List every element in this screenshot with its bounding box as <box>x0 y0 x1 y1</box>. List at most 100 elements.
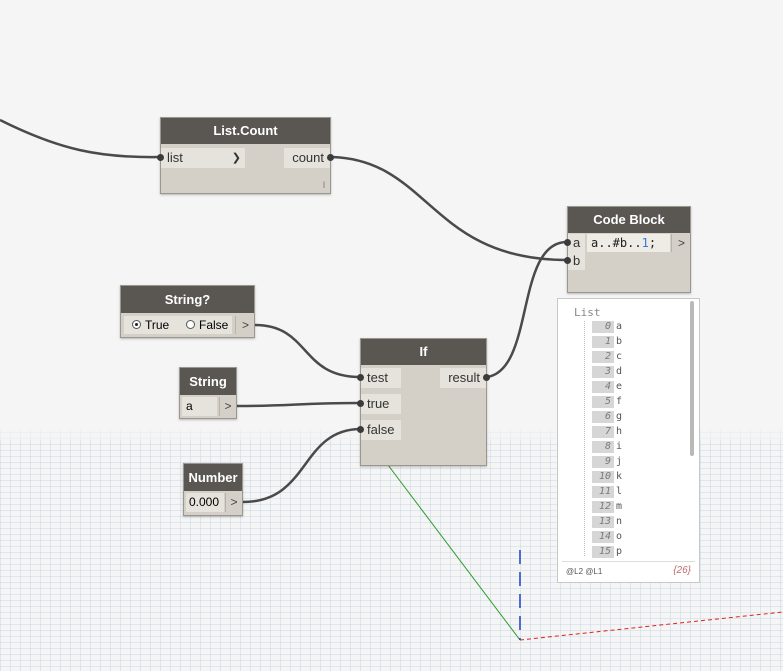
code-editor[interactable]: a..#b..1; <box>587 234 670 252</box>
list-item-value: o <box>616 531 623 542</box>
list-item: 14 o <box>558 531 688 546</box>
if-node[interactable]: If test true false result <box>357 338 490 466</box>
list-item-index: 5 <box>592 396 614 408</box>
port-label: b <box>573 253 581 268</box>
list-item-value: d <box>616 366 623 377</box>
list-item-value: k <box>616 471 623 482</box>
list-item: 11 l <box>558 486 688 501</box>
list-item-index: 6 <box>592 411 614 423</box>
list-item: 7h <box>558 426 688 441</box>
list-item: 9j <box>558 456 688 471</box>
output-port-count[interactable]: count <box>284 148 330 168</box>
list-item: 12 m <box>558 501 688 516</box>
boolean-toggle[interactable]: True False <box>124 316 232 334</box>
list-item-value: h <box>616 426 623 437</box>
port-label: count <box>292 150 324 165</box>
string-input[interactable]: a <box>182 397 217 416</box>
radio-true-label: True <box>145 318 170 332</box>
list-item-value: m <box>616 501 623 512</box>
radio-true-icon[interactable] <box>132 320 141 329</box>
port-label: true <box>367 396 390 411</box>
boolean-node[interactable]: String? True False > <box>120 285 255 338</box>
list-item-value: p <box>616 546 623 557</box>
input-connector-a[interactable] <box>564 239 571 246</box>
list-item-index: 15 <box>592 546 614 558</box>
code-semicolon: ; <box>648 236 657 250</box>
list-levels: @L2 @L1 <box>566 567 603 576</box>
input-connector[interactable] <box>157 154 164 161</box>
list-item-value: n <box>616 516 623 527</box>
list-item: 15 p <box>558 546 688 561</box>
input-connector-false[interactable] <box>357 426 364 433</box>
list-item: 1b <box>558 336 688 351</box>
list-item-index: 14 <box>592 531 614 543</box>
port-label: list <box>167 150 183 165</box>
list-item: 4e <box>558 381 688 396</box>
list-item: 0a <box>558 321 688 336</box>
number-node[interactable]: Number 0.000 > <box>183 463 243 516</box>
node-title: If <box>361 339 486 365</box>
list-count-node[interactable]: List.Count list ❯ count l <box>157 117 334 194</box>
list-item-value: i <box>616 441 623 452</box>
list-item-index: 3 <box>592 366 614 378</box>
number-input[interactable]: 0.000 <box>186 493 224 512</box>
output-port[interactable]: > <box>225 493 242 512</box>
list-item-index: 2 <box>592 351 614 363</box>
input-connector-true[interactable] <box>357 400 364 407</box>
input-port-true[interactable]: true <box>361 394 401 414</box>
output-port[interactable]: > <box>235 316 255 334</box>
output-connector[interactable] <box>483 374 490 381</box>
wire-count-to-b <box>331 155 568 262</box>
list-item-index: 1 <box>592 336 614 348</box>
list-item: 13 n <box>558 516 688 531</box>
input-connector-test[interactable] <box>357 374 364 381</box>
list-item-value: l <box>616 486 623 497</box>
list-item-value: g <box>616 411 623 422</box>
list-item-value: a <box>616 321 623 332</box>
list-item-index: 13 <box>592 516 614 528</box>
string-node[interactable]: String a > <box>179 367 237 419</box>
radio-false-icon[interactable] <box>186 320 195 329</box>
list-item-index: 4 <box>592 381 614 393</box>
list-item-index: 8 <box>592 441 614 453</box>
preview-bubble[interactable]: List 0 a 1 b 2 c 3 d 4 e 5 f 6 g 7 h 8 i 9 j 10 k 11 l 12 m 13 n 14 o… <box>557 298 700 583</box>
output-connector[interactable] <box>327 154 334 161</box>
node-title: List.Count <box>161 118 330 144</box>
wire-bool-to-test <box>254 323 361 379</box>
radio-false-label: False <box>199 318 229 332</box>
code-block-node[interactable]: Code Block a b a..#b..1; > <box>564 206 691 293</box>
list-count: {26} <box>673 565 691 576</box>
list-item: 2c <box>558 351 688 366</box>
list-item-value: b <box>616 336 623 347</box>
lacing-indicator[interactable]: l <box>323 180 325 190</box>
list-item: 3d <box>558 366 688 381</box>
port-label: test <box>367 370 388 385</box>
list-item-index: 0 <box>592 321 614 333</box>
node-title: String <box>180 368 236 395</box>
output-port[interactable]: > <box>671 234 691 252</box>
scrollbar[interactable] <box>690 301 694 456</box>
footer-separator <box>562 561 695 562</box>
input-connector-b[interactable] <box>564 257 571 264</box>
list-item-value: c <box>616 351 623 362</box>
list-item-index: 12 <box>592 501 614 513</box>
list-item-value: f <box>616 396 623 407</box>
input-port-false[interactable]: false <box>361 420 401 440</box>
list-header: List <box>574 306 601 319</box>
list-item: 5f <box>558 396 688 411</box>
port-label: false <box>367 422 395 437</box>
output-port[interactable]: > <box>219 397 236 416</box>
list-item-value: j <box>616 456 623 467</box>
list-item-index: 11 <box>592 486 614 498</box>
input-port-list[interactable]: list ❯ <box>161 148 245 168</box>
node-title: Code Block <box>568 207 690 233</box>
node-title: Number <box>184 464 242 491</box>
list-item: 8i <box>558 441 688 456</box>
list-item-index: 7 <box>592 426 614 438</box>
output-port-result[interactable]: result <box>440 368 486 388</box>
input-port-test[interactable]: test <box>361 368 401 388</box>
wire-to-listcount <box>0 118 161 159</box>
code-text: a..#b.. <box>591 236 642 250</box>
port-label: result <box>448 370 480 385</box>
wire-result-to-a <box>486 240 568 379</box>
